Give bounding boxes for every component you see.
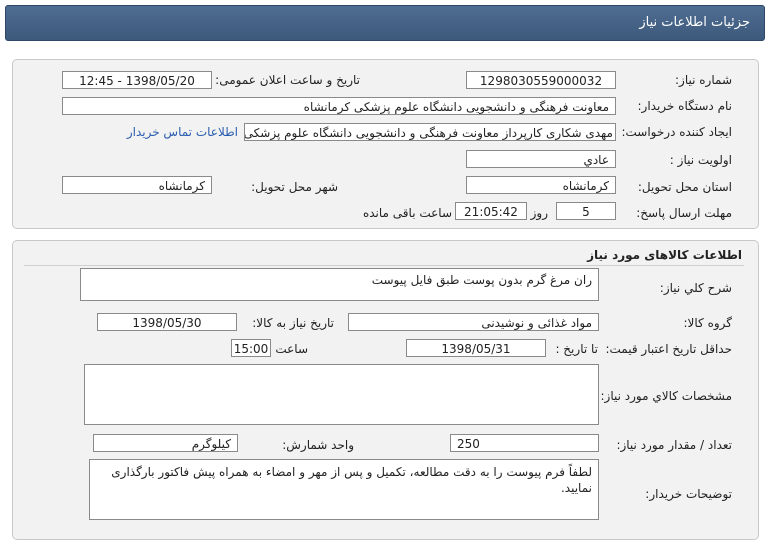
- goods-section-title: اطلاعات کالاهای مورد نیاز: [587, 248, 742, 262]
- buyer-notes-field: لطفاً فرم پیوست را به دقت مطالعه، تکمیل …: [89, 459, 599, 520]
- time-left-label: ساعت باقی مانده: [362, 206, 452, 220]
- days-field: 5: [556, 202, 616, 220]
- buyer-notes-label: توضیحات خریدار:: [645, 487, 732, 501]
- time-field: 15:00: [231, 339, 271, 357]
- section-divider: [24, 265, 744, 266]
- priority-label: اولویت نیاز :: [669, 153, 732, 167]
- buyer-org-field: معاونت فرهنگی و دانشجویی دانشگاه علوم پز…: [62, 97, 616, 115]
- need-number-field: 1298030559000032: [466, 71, 616, 89]
- need-date-field: 1398/05/30: [97, 313, 237, 331]
- priority-field: عادي: [466, 150, 616, 168]
- city-field: کرمانشاه: [62, 176, 212, 194]
- min-validity-label: حداقل تاریخ اعتبار قیمت:: [605, 342, 732, 356]
- unit-label: واحد شمارش:: [282, 438, 354, 452]
- goods-group-label: گروه کالا:: [683, 316, 733, 330]
- need-number-label: شماره نیاز:: [675, 73, 732, 87]
- announce-date-field: 1398/05/20 - 12:45: [62, 71, 212, 89]
- time-left-field: 21:05:42: [455, 202, 527, 220]
- need-date-label: تاریخ نیاز به کالا:: [252, 316, 334, 330]
- province-label: استان محل تحویل:: [637, 180, 732, 194]
- time-label: ساعت :: [267, 342, 308, 356]
- page-title: جزئیات اطلاعات نیاز: [639, 15, 750, 30]
- summary-label: شرح کلي نياز:: [659, 281, 732, 295]
- announce-date-label: تاریخ و ساعت اعلان عمومی:: [215, 73, 360, 87]
- goods-group-field: مواد غذائی و نوشیدنی: [348, 313, 599, 331]
- city-label: شهر محل تحویل:: [251, 180, 338, 194]
- quantity-label: تعداد / مقدار مورد نیاز:: [616, 438, 732, 452]
- buyer-org-label: نام دستگاه خریدار:: [637, 99, 733, 113]
- deadline-label: مهلت ارسال پاسخ:: [636, 206, 732, 220]
- until-date-field: 1398/05/31: [406, 339, 546, 357]
- page-header: جزئیات اطلاعات نیاز: [5, 5, 765, 41]
- unit-field: کیلوگرم: [93, 434, 238, 452]
- province-field: کرمانشاه: [466, 176, 616, 194]
- summary-field: ران مرغ گرم بدون پوست طبق فایل پیوست: [80, 268, 599, 301]
- specs-label: مشخصات کالاي مورد نياز:: [600, 389, 732, 403]
- until-date-label: تا تاریخ :: [555, 342, 598, 356]
- creator-field: مهدی شکاری کارپرداز معاونت فرهنگی و دانش…: [244, 123, 616, 141]
- buyer-contact-link[interactable]: اطلاعات تماس خریدار: [127, 125, 238, 139]
- specs-field: [84, 364, 599, 425]
- creator-label: ایجاد کننده درخواست:: [621, 125, 732, 139]
- quantity-field: 250: [450, 434, 599, 452]
